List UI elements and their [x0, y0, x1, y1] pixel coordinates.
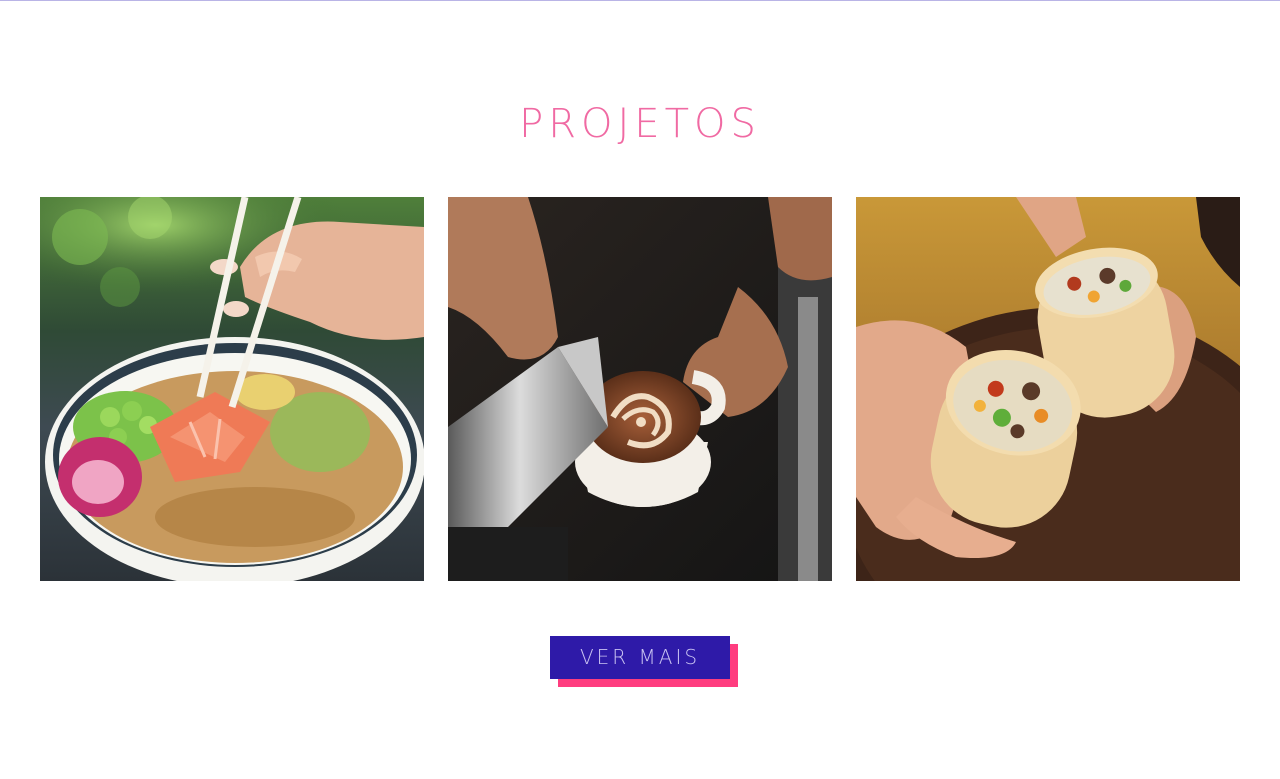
project-card-burrito[interactable] [856, 197, 1240, 581]
top-divider [0, 0, 1280, 1]
poke-bowl-image [40, 197, 424, 581]
latte-art-image [448, 197, 832, 581]
projects-grid [40, 197, 1240, 581]
see-more-wrapper: VER MAIS [550, 636, 738, 687]
section-title: PROJETOS [519, 101, 761, 147]
burrito-image [856, 197, 1240, 581]
project-card-latte-art[interactable] [448, 197, 832, 581]
project-card-poke-bowl[interactable] [40, 197, 424, 581]
see-more-button[interactable]: VER MAIS [550, 636, 730, 679]
